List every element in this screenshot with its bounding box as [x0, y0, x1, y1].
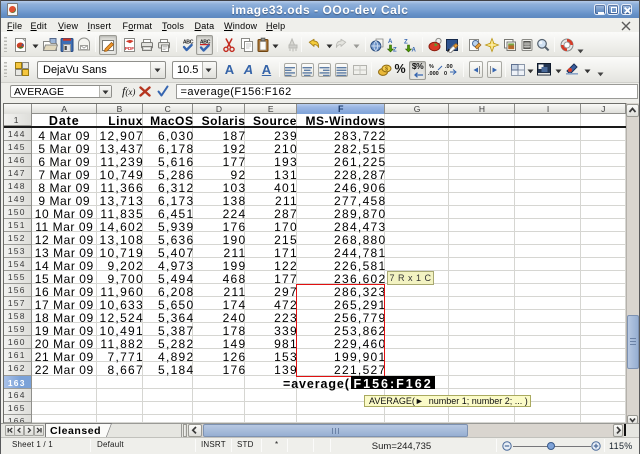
svg-text:.000: .000 — [428, 71, 439, 77]
svg-text:.00: .00 — [445, 64, 453, 70]
svg-text:A: A — [388, 39, 393, 45]
svg-text:Z: Z — [404, 40, 408, 46]
svg-text:%: % — [429, 64, 434, 70]
svg-text:$: $ — [385, 67, 388, 73]
svg-text:A: A — [412, 48, 417, 54]
svg-text:PDF: PDF — [125, 46, 134, 51]
svg-text:Z: Z — [393, 48, 397, 54]
svg-text:0: 0 — [444, 71, 447, 77]
